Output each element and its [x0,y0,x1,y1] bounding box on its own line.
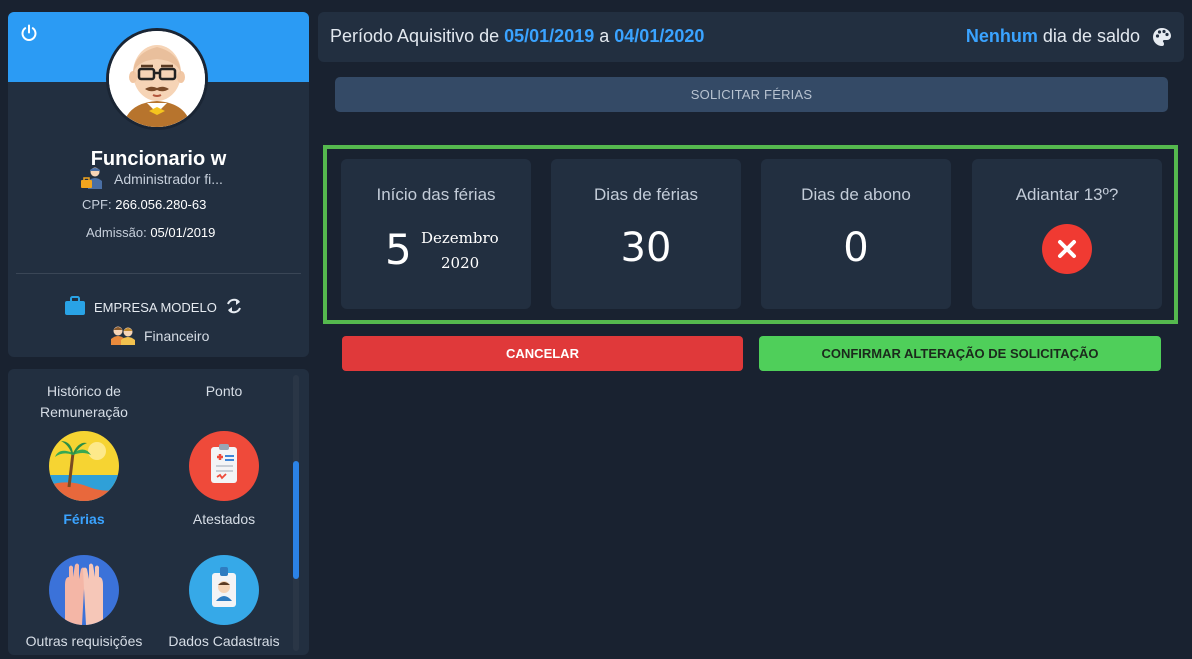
solicit-vacation-button[interactable]: SOLICITAR FÉRIAS [335,77,1168,112]
avatar [106,28,208,130]
card-title: Dias de férias [594,185,698,204]
menu-item-outras-requisicoes[interactable]: Outras requisições [14,555,154,652]
department-row: Financeiro [110,325,209,347]
clipboard-icon [189,431,259,501]
power-icon[interactable] [18,22,40,44]
close-circle-icon[interactable] [1042,224,1092,274]
period-connector: a [599,26,610,46]
abono-days-value: 0 [843,225,869,271]
menu-item-label: Histórico de [47,383,121,399]
menu-item-dados-cadastrais[interactable]: Dados Cadastrais [154,555,294,652]
company-row: EMPRESA MODELO [64,295,243,319]
period-end-date: 04/01/2020 [614,26,705,46]
start-year: 2020 [441,254,480,272]
period-start-date: 05/01/2019 [504,26,595,46]
worker-icon [80,167,106,192]
profile-card: Funcionario w Administrador fi... CPF: 2… [8,12,309,357]
cpf-value: 266.056.280-63 [115,197,207,212]
menu-item-label: Outras requisições [25,633,143,649]
admission-label: Admissão: [86,225,147,240]
start-month: Dezembro [421,229,499,247]
admission-row: Admissão: 05/01/2019 [86,225,215,240]
menu-item-label: Dados Cadastrais [168,633,280,649]
menu-item-label: Férias [63,511,105,527]
menu-card: Histórico de Remuneração Ponto Férias At… [8,369,309,655]
vacation-days-value: 30 [620,225,672,271]
palette-icon[interactable] [1152,27,1172,47]
menu-item-ponto[interactable]: Ponto [154,381,294,402]
beach-icon [49,431,119,501]
advance-13th-card: Adiantar 13º? [972,159,1162,309]
scrollbar-thumb[interactable] [293,461,299,579]
menu-item-ferias[interactable]: Férias [14,431,154,530]
period-text: Período Aquisitivo de 05/01/2019 a 04/01… [330,26,704,47]
confirm-change-button[interactable]: CONFIRMAR ALTERAÇÃO DE SOLICITAÇÃO [759,336,1161,371]
menu-item-label: Remuneração [40,404,128,420]
abono-days-card[interactable]: Dias de abono 0 [761,159,951,309]
vacation-days-card[interactable]: Dias de férias 30 [551,159,741,309]
balance-suffix: dia de saldo [1042,26,1140,46]
team-icon [110,325,136,348]
cpf-label: CPF: [82,197,112,212]
balance-highlight: Nenhum [965,26,1038,46]
company-name: EMPRESA MODELO [94,299,217,315]
menu-item-historico-remuneracao[interactable]: Histórico de Remuneração [14,381,154,423]
menu-item-label: Ponto [205,383,243,399]
id-badge-icon [189,555,259,625]
menu-item-atestados[interactable]: Atestados [154,431,294,530]
cpf-row: CPF: 266.056.280-63 [82,197,206,212]
divider [16,273,301,274]
admission-value: 05/01/2019 [150,225,216,240]
cancel-button[interactable]: CANCELAR [342,336,743,371]
period-bar: Período Aquisitivo de 05/01/2019 a 04/01… [318,12,1184,62]
role-row: Administrador fi... [80,167,223,192]
menu-item-label: Atestados [192,511,256,527]
card-title: Início das férias [376,185,496,204]
role-text: Administrador fi... [114,171,223,187]
department-name: Financeiro [144,328,210,344]
vacation-start-card[interactable]: Início das férias 5 Dezembro 2020 [341,159,531,309]
refresh-icon[interactable] [225,296,243,319]
card-title: Adiantar 13º? [1015,185,1119,204]
period-prefix: Período Aquisitivo de [330,26,500,46]
raised-hands-icon [49,555,119,625]
card-title: Dias de abono [801,185,911,204]
balance-text: Nenhum dia de saldo [966,26,1140,47]
start-day: 5 [385,225,412,274]
briefcase-icon [64,295,86,319]
